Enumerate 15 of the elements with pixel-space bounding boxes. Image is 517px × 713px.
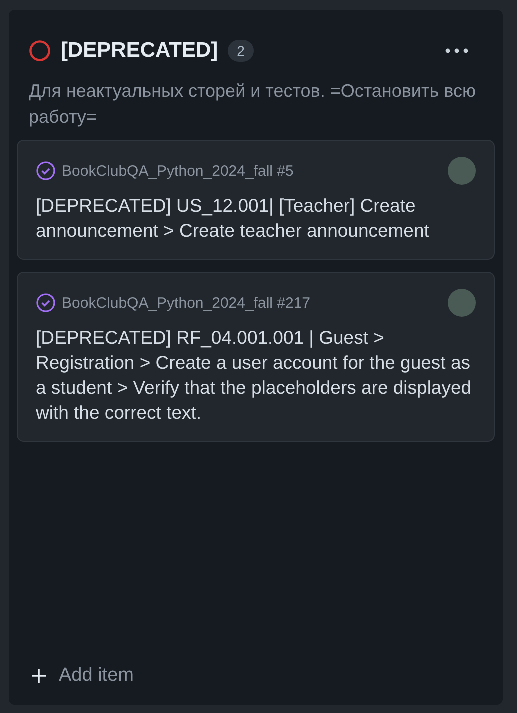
check-circle-icon: [36, 293, 56, 313]
more-icon: [445, 48, 469, 54]
avatar: [448, 289, 476, 317]
item-count: 2: [228, 40, 254, 62]
column-title: [DEPRECATED]: [61, 39, 218, 63]
repository-label[interactable]: BookClubQA_Python_2024_fall #217: [62, 294, 442, 312]
check-circle-icon: [36, 161, 56, 181]
plus-icon: [31, 668, 47, 684]
column-description: Для неактуальных сторей и тестов. =Остановить всю работу=: [29, 80, 477, 129]
card-title[interactable]: [DEPRECATED] RF_04.001.001 | Guest > Registration > Create a user account for the guest as a student > Verify that the placeholders are displayed with the correct text.: [36, 325, 476, 425]
add-item-button[interactable]: Add item: [17, 665, 148, 687]
status-circle-icon: [29, 40, 51, 62]
repository-label[interactable]: BookClubQA_Python_2024_fall #5: [62, 162, 442, 180]
card-title[interactable]: [DEPRECATED] US_12.001| [Teacher] Create announcement > Create teacher announcement: [36, 193, 476, 243]
avatar: [448, 157, 476, 185]
